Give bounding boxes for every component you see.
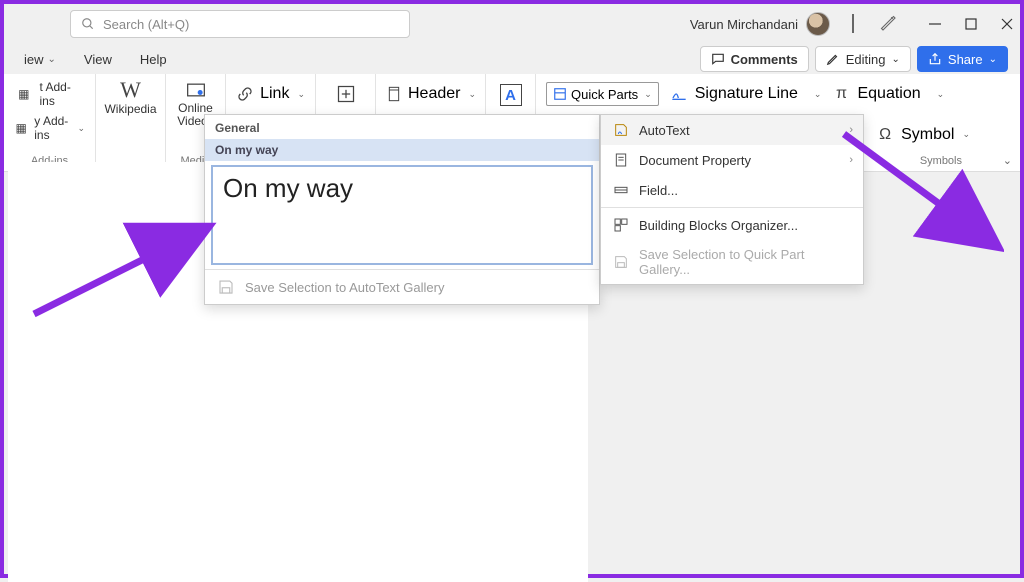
maximize-button[interactable]: [964, 17, 978, 31]
symbol-button[interactable]: Ω Symbol ⌄: [875, 125, 970, 145]
coming-soon-icon[interactable]: [880, 15, 898, 33]
link-icon: [236, 84, 254, 104]
chevron-down-icon: ⌄: [48, 54, 56, 65]
quick-parts-icon: [553, 87, 567, 101]
chevron-down-icon: ⌄: [297, 89, 305, 100]
page-icon: [386, 84, 402, 104]
text-box-button[interactable]: A: [496, 84, 525, 106]
chevron-down-icon: ⌄: [644, 89, 652, 100]
wikipedia-button[interactable]: W Wikipedia: [106, 80, 155, 116]
chevron-down-icon: ⌄: [77, 123, 85, 134]
table-insert-icon: [336, 84, 356, 104]
autotext-entry-title: On my way: [205, 139, 599, 161]
organizer-icon: [613, 217, 629, 233]
addins-icon: ▦: [14, 84, 33, 104]
title-bar: Search (Alt+Q) Varun Mirchandani: [4, 4, 1020, 44]
quick-parts-menu: AutoText › Document Property › Field... …: [600, 114, 864, 285]
search-input[interactable]: Search (Alt+Q): [70, 10, 410, 38]
signature-icon: [669, 84, 689, 104]
field-icon: [613, 182, 629, 198]
chevron-down-icon: ⌄: [989, 54, 997, 65]
symbol-icon: Ω: [875, 125, 895, 145]
share-icon: [928, 52, 942, 66]
signature-line-button[interactable]: Signature Line ⌄: [669, 84, 822, 104]
equation-button[interactable]: π Equation ⌄: [831, 84, 944, 104]
addins-icon: ▦: [14, 118, 28, 138]
equation-icon: π: [831, 84, 851, 104]
avatar: [806, 12, 830, 36]
menu-item-save-quickpart: Save Selection to Quick Part Gallery...: [601, 240, 863, 284]
window-controls: [928, 17, 1014, 31]
autotext-flyout: General On my way On my way Save Selecti…: [204, 114, 600, 305]
my-addins-button[interactable]: ▦ y Add-ins⌄: [14, 114, 85, 142]
search-placeholder: Search (Alt+Q): [103, 17, 189, 32]
chevron-down-icon: ⌄: [814, 89, 822, 100]
menu-item-document-property[interactable]: Document Property ›: [601, 145, 863, 175]
share-button[interactable]: Share ⌄: [917, 46, 1008, 72]
comment-icon: [711, 52, 725, 66]
save-icon: [217, 278, 235, 296]
autotext-entry-text: On my way: [223, 173, 353, 204]
chevron-down-icon: ⌄: [468, 89, 476, 100]
editing-button[interactable]: Editing ⌄: [815, 46, 911, 72]
search-icon: [81, 17, 95, 31]
chevron-down-icon: ⌄: [937, 89, 945, 100]
user-account[interactable]: Varun Mirchandani: [690, 12, 830, 36]
comments-button[interactable]: Comments: [700, 46, 809, 72]
menu-item-save-autotext: Save Selection to AutoText Gallery: [205, 269, 599, 304]
menu-item-field[interactable]: Field...: [601, 175, 863, 205]
document-icon: [613, 152, 629, 168]
menu-item-building-blocks[interactable]: Building Blocks Organizer...: [601, 210, 863, 240]
header-button[interactable]: Header ⌄: [386, 84, 475, 104]
chevron-down-icon: ⌄: [892, 54, 900, 65]
text-box-icon: A: [500, 84, 522, 106]
menu-item-autotext[interactable]: AutoText ›: [601, 115, 863, 145]
link-button[interactable]: Link ⌄: [236, 84, 305, 104]
chevron-right-icon: ›: [849, 124, 853, 136]
autotext-icon: [613, 122, 629, 138]
chevron-down-icon: ⌄: [962, 129, 970, 140]
tabs-row: iew⌄ View Help Comments Editing ⌄ Share …: [4, 44, 1020, 74]
tab-help[interactable]: Help: [126, 44, 181, 74]
pencil-icon: [826, 52, 840, 66]
chevron-right-icon: ›: [849, 154, 853, 166]
tab-partial-left[interactable]: iew⌄: [10, 44, 70, 74]
get-addins-button[interactable]: ▦ t Add-ins: [14, 80, 85, 108]
video-icon: [186, 80, 206, 100]
autotext-entry-preview[interactable]: On my way: [211, 165, 593, 265]
close-button[interactable]: [1000, 17, 1014, 31]
wikipedia-icon: W: [121, 80, 141, 100]
cross-reference-button[interactable]: [326, 84, 365, 104]
quick-parts-button[interactable]: Quick Parts ⌄: [546, 82, 659, 106]
tab-view[interactable]: View: [70, 44, 126, 74]
premium-icon[interactable]: [852, 15, 854, 33]
save-icon: [613, 254, 629, 270]
ribbon-collapse-button[interactable]: ⌄: [1003, 154, 1012, 167]
minimize-button[interactable]: [928, 17, 942, 31]
user-name: Varun Mirchandani: [690, 17, 798, 32]
flyout-heading-general: General: [205, 115, 599, 139]
